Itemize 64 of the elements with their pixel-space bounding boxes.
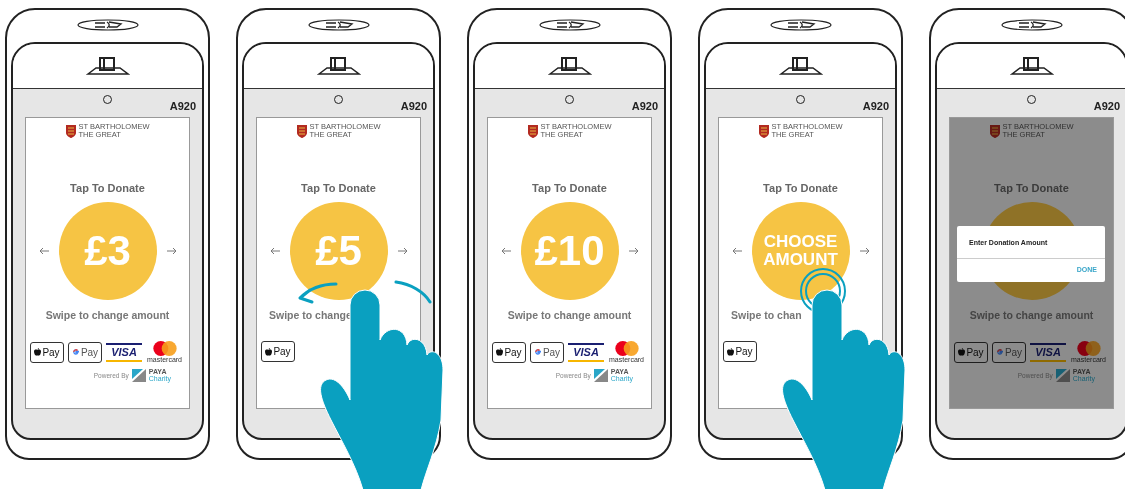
contactless-icon <box>307 19 370 31</box>
right-arrow-icon[interactable] <box>859 247 870 255</box>
google-pay-logo: Pay <box>530 341 564 363</box>
swipe-hint: Swipe to change amount <box>507 309 632 321</box>
apple-icon <box>496 348 504 356</box>
left-arrow-icon[interactable] <box>731 247 742 255</box>
printer-slot-icon <box>85 56 130 76</box>
crest-icon <box>758 124 769 138</box>
paya-logo-icon <box>593 368 608 382</box>
printer-slot-icon <box>547 56 592 76</box>
model-label: A920 <box>400 100 427 112</box>
left-arrow-icon[interactable] <box>38 247 49 255</box>
apple-icon <box>34 348 42 356</box>
amount-button[interactable]: £3 <box>58 202 157 300</box>
model-label: A920 <box>1093 100 1120 112</box>
amount-button[interactable]: £10 <box>520 202 619 300</box>
google-pay-logo: Pay <box>992 341 1026 363</box>
right-arrow-icon[interactable] <box>628 247 639 255</box>
printer-slot-icon <box>778 56 823 76</box>
left-arrow-icon[interactable] <box>500 247 511 255</box>
paya-logo-icon <box>1055 368 1070 382</box>
contactless-icon <box>76 19 139 31</box>
visa-logo: VISA <box>568 342 604 362</box>
screen-heading: Tap To Donate <box>532 182 607 194</box>
swipe-hint: Swipe to change <box>269 309 352 321</box>
paya-logo-icon <box>131 368 146 382</box>
left-arrow-icon[interactable] <box>269 247 280 255</box>
google-g-icon <box>995 348 1004 356</box>
screen-heading: Tap To Donate <box>763 182 838 194</box>
visa-logo: VISA <box>106 342 142 362</box>
visa-logo: VISA <box>1030 342 1066 362</box>
crest-icon <box>296 124 307 138</box>
printer-slot-icon <box>1009 56 1054 76</box>
crest-icon <box>989 124 1000 138</box>
crest-icon <box>65 124 76 138</box>
contactless-icon <box>769 19 832 31</box>
printer-slot-icon <box>316 56 361 76</box>
apple-icon <box>727 347 735 356</box>
swipe-hint: Swipe to chan <box>731 309 802 321</box>
contactless-icon <box>538 19 601 31</box>
apple-pay-logo: Pay <box>492 341 526 363</box>
apple-icon <box>958 348 966 356</box>
crest-icon <box>527 124 538 138</box>
amount-button[interactable]: CHOOSE AMOUNT <box>751 202 850 300</box>
swipe-hint: Swipe to change amount <box>969 309 1094 321</box>
screen-heading: Tap To Donate <box>70 182 145 194</box>
model-label: A920 <box>631 100 658 112</box>
model-label: A920 <box>169 100 196 112</box>
apple-icon <box>265 347 273 356</box>
google-g-icon <box>533 348 542 356</box>
right-arrow-icon[interactable] <box>397 247 408 255</box>
apple-pay-logo: Pay <box>723 341 757 362</box>
screen-heading: Tap To Donate <box>994 182 1069 194</box>
google-g-icon <box>71 348 80 356</box>
contactless-icon <box>1000 19 1063 31</box>
apple-pay-logo: Pay <box>261 341 295 362</box>
google-pay-logo: Pay <box>68 341 102 363</box>
swipe-hint: Swipe to change amount <box>45 309 170 321</box>
amount-button[interactable]: £5 <box>289 202 388 300</box>
screen-heading: Tap To Donate <box>301 182 376 194</box>
model-label: A920 <box>862 100 889 112</box>
apple-pay-logo: Pay <box>30 341 64 363</box>
right-arrow-icon[interactable] <box>166 247 177 255</box>
apple-pay-logo: Pay <box>954 341 988 363</box>
